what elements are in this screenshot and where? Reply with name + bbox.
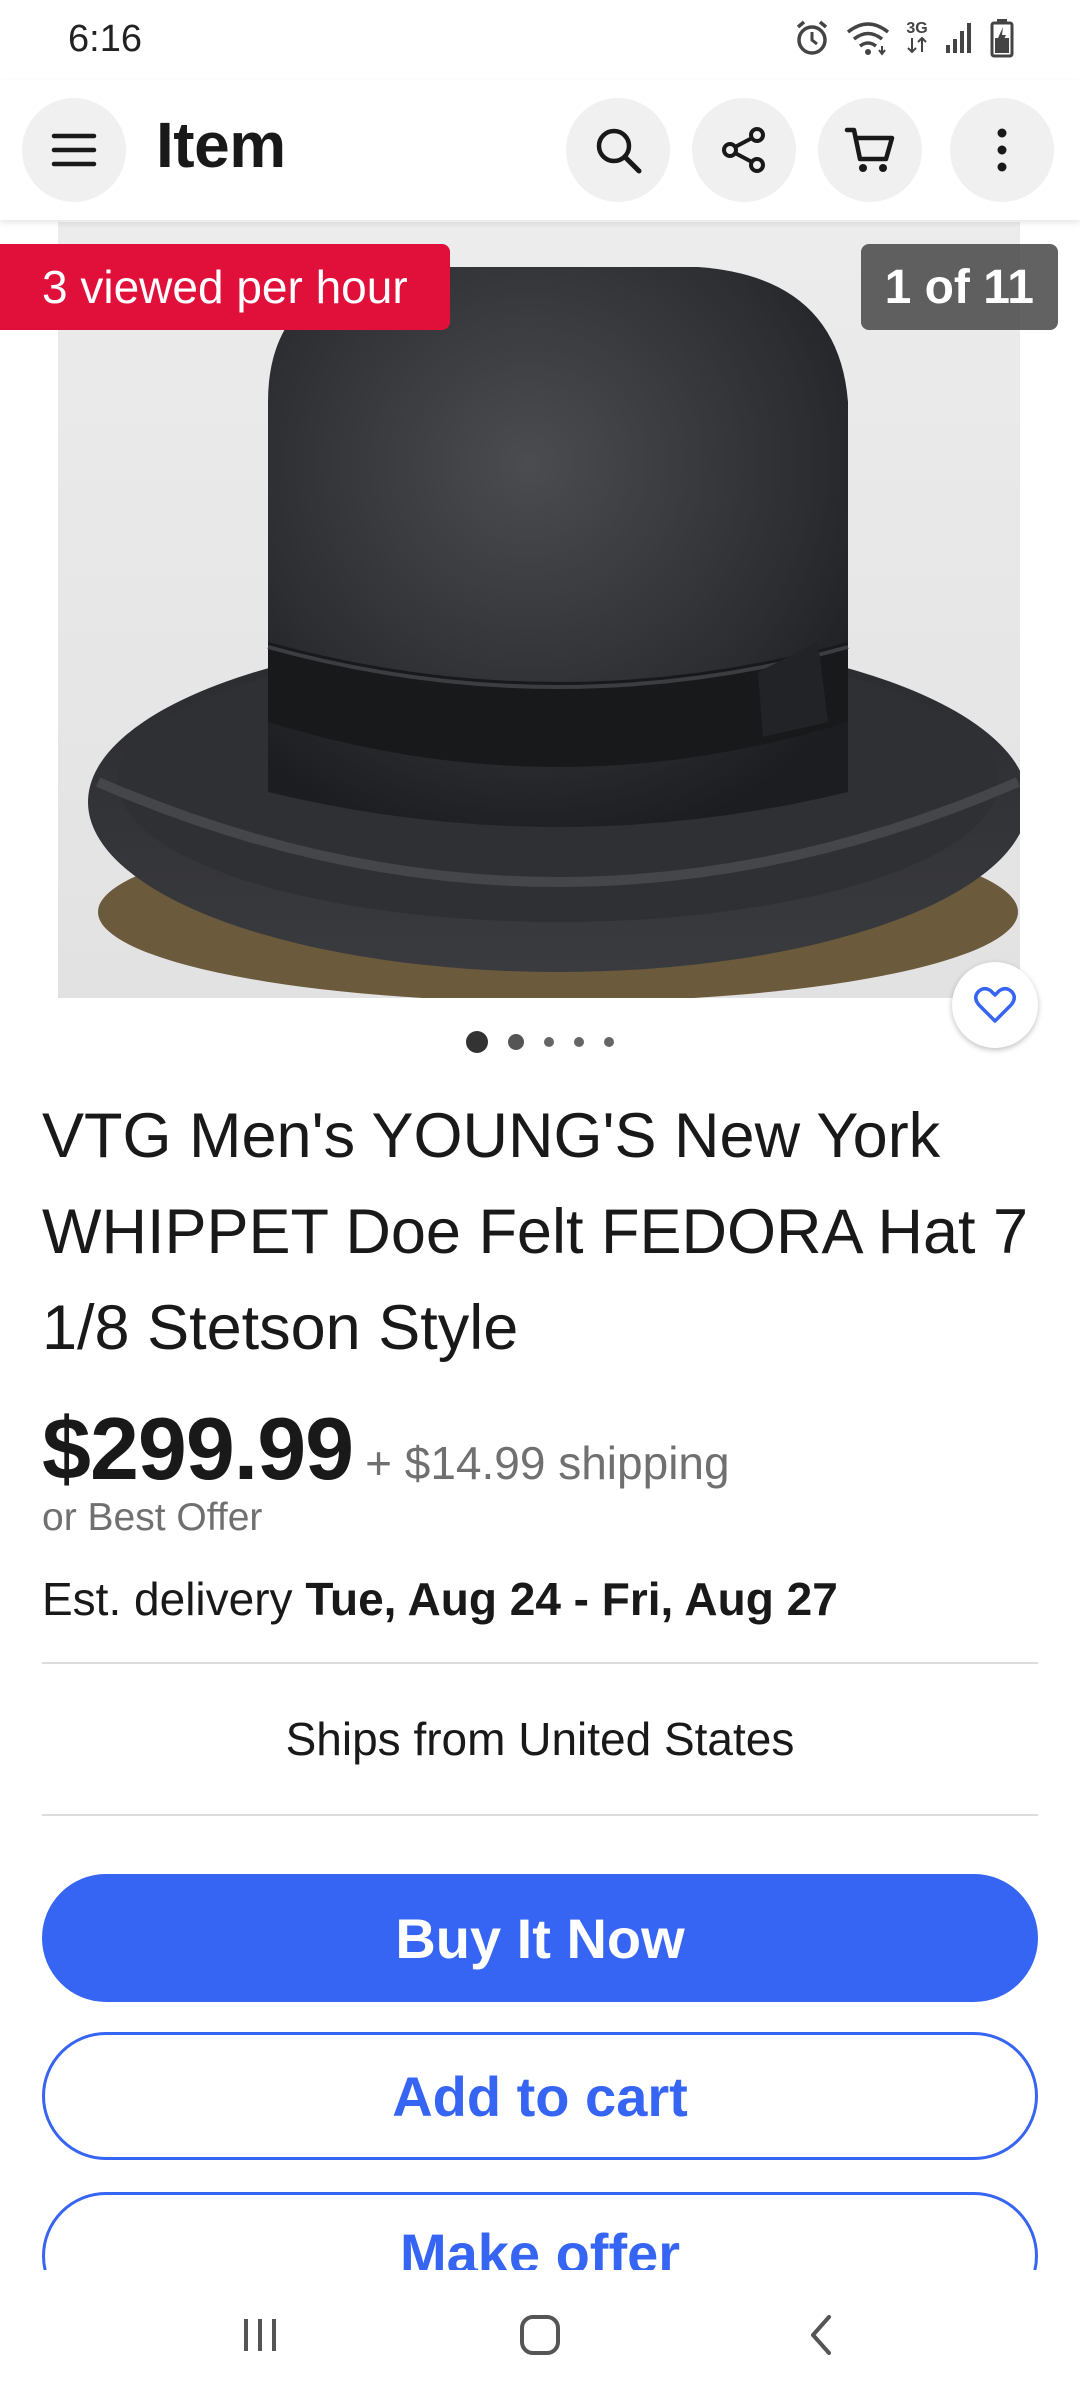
carousel-dot[interactable]	[574, 1037, 584, 1047]
watch-button[interactable]	[952, 962, 1038, 1048]
system-nav-bar	[0, 2270, 1080, 2400]
search-icon	[596, 128, 642, 174]
back-button[interactable]	[750, 2270, 890, 2400]
share-icon	[722, 127, 765, 173]
alarm-icon	[794, 19, 830, 57]
menu-button[interactable]	[22, 98, 126, 202]
delivery-prefix: Est. delivery	[42, 1573, 306, 1625]
menu-icon	[51, 133, 97, 167]
product-photo[interactable]	[58, 222, 1020, 998]
carousel-dots	[0, 1030, 1080, 1054]
price-row: $299.99 + $14.99 shipping	[42, 1398, 730, 1500]
battery-icon	[990, 18, 1014, 58]
network-3g-icon: 3G	[906, 20, 928, 54]
carousel-dot-active[interactable]	[466, 1031, 488, 1053]
image-counter: 1 of 11	[860, 244, 1058, 330]
carousel-dot[interactable]	[604, 1037, 614, 1047]
hat-image	[88, 267, 1020, 998]
delivery-estimate: Est. delivery Tue, Aug 24 - Fri, Aug 27	[42, 1572, 838, 1626]
back-icon	[811, 2315, 831, 2355]
wifi-icon	[846, 20, 890, 56]
carousel-dot[interactable]	[508, 1034, 524, 1050]
app-bar: Item	[0, 80, 1080, 220]
make-offer-button[interactable]: Make offer	[42, 2192, 1038, 2270]
ships-from: Ships from United States	[285, 1713, 795, 1765]
status-time: 6:16	[68, 18, 142, 60]
heart-icon	[974, 987, 1016, 1023]
divider	[42, 1662, 1038, 1664]
status-bar: 6:16 3G	[0, 0, 1080, 80]
signal-icon	[944, 21, 974, 55]
more-options-button[interactable]	[950, 98, 1054, 202]
search-button[interactable]	[566, 98, 670, 202]
scroll-clip: Make offer	[0, 2180, 1080, 2270]
status-icons: 3G	[794, 16, 1014, 60]
cart-icon	[844, 127, 895, 172]
page-title: Item	[156, 109, 286, 181]
recents-button[interactable]	[190, 2270, 330, 2400]
delivery-dates: Tue, Aug 24 - Fri, Aug 27	[305, 1573, 838, 1625]
carousel-dot[interactable]	[544, 1037, 554, 1047]
divider	[42, 1814, 1038, 1816]
shipping-cost: + $14.99 shipping	[365, 1437, 730, 1489]
best-offer-label: or Best Offer	[42, 1496, 263, 1539]
home-button[interactable]	[470, 2270, 610, 2400]
listing-title: VTG Men's YOUNG'S New York WHIPPET Doe F…	[42, 1101, 1029, 1363]
buy-it-now-button[interactable]: Buy It Now	[42, 1874, 1038, 2002]
network-label: 3G	[906, 20, 928, 37]
home-icon	[520, 2315, 560, 2355]
recents-icon	[244, 2319, 276, 2351]
image-gallery[interactable]: 3 viewed per hour 1 of 11	[0, 222, 1080, 1002]
add-to-cart-button[interactable]: Add to cart	[42, 2032, 1038, 2160]
price: $299.99	[42, 1399, 354, 1498]
share-button[interactable]	[692, 98, 796, 202]
more-vert-icon	[997, 128, 1007, 172]
cart-button[interactable]	[818, 98, 922, 202]
views-badge: 3 viewed per hour	[0, 244, 450, 330]
